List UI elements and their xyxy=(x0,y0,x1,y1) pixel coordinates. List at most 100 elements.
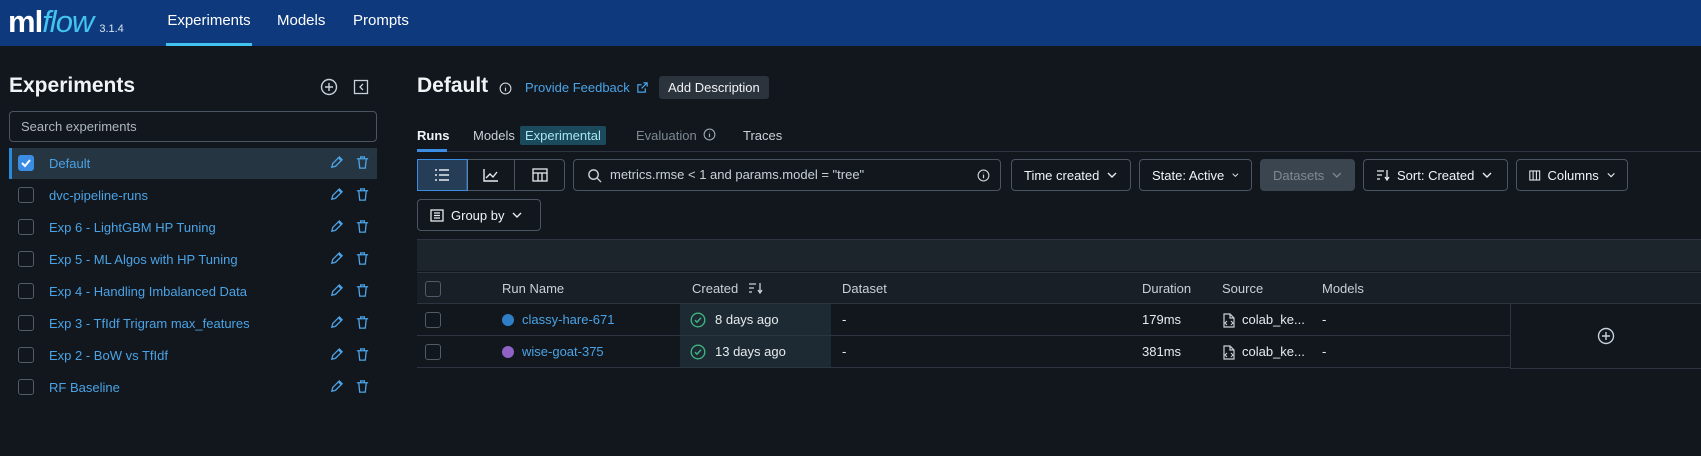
experiment-checkbox[interactable] xyxy=(18,155,34,171)
nav-tab-models[interactable]: Models xyxy=(277,0,325,46)
delete-trash-icon[interactable] xyxy=(355,283,371,299)
tab-traces[interactable]: Traces xyxy=(743,128,782,143)
delete-trash-icon[interactable] xyxy=(355,347,371,363)
header-dataset[interactable]: Dataset xyxy=(842,273,887,305)
source-value: colab_ke... xyxy=(1242,344,1305,359)
run-name-link[interactable]: classy-hare-671 xyxy=(522,304,615,336)
header-run-name[interactable]: Run Name xyxy=(502,273,564,305)
experiment-name[interactable]: Exp 2 - BoW vs TfIdf xyxy=(49,348,168,363)
sort-label: Sort: Created xyxy=(1397,167,1475,183)
select-all-checkbox[interactable] xyxy=(425,281,441,297)
edit-pencil-icon[interactable] xyxy=(329,219,345,235)
delete-trash-icon[interactable] xyxy=(355,219,371,235)
delete-trash-icon[interactable] xyxy=(355,379,371,395)
experiment-checkbox[interactable] xyxy=(18,379,34,395)
table-row[interactable]: wise-goat-375 13 days ago - 381ms colab_ke..… xyxy=(417,336,1510,368)
edit-pencil-icon[interactable] xyxy=(329,315,345,331)
header-models[interactable]: Models xyxy=(1322,273,1364,305)
create-experiment-button[interactable] xyxy=(318,76,340,98)
run-color-dot[interactable] xyxy=(502,314,514,326)
edit-pencil-icon[interactable] xyxy=(329,251,345,267)
columns-label: Columns xyxy=(1547,167,1599,183)
experiment-checkbox[interactable] xyxy=(18,251,34,267)
provide-feedback-link[interactable]: Provide Feedback xyxy=(525,80,649,95)
run-color-dot[interactable] xyxy=(502,346,514,358)
nav-tab-experiments[interactable]: Experiments xyxy=(166,0,252,46)
search-info-icon[interactable] xyxy=(977,169,990,182)
add-column-button[interactable] xyxy=(1510,304,1701,369)
header-source[interactable]: Source xyxy=(1222,273,1263,305)
collapse-sidebar-button[interactable] xyxy=(350,76,372,98)
state-dropdown[interactable]: State: Active xyxy=(1139,159,1252,191)
nav-tab-prompts[interactable]: Prompts xyxy=(353,0,409,46)
duration-value: 179ms xyxy=(1142,312,1182,327)
tab-evaluation[interactable]: Evaluation xyxy=(636,128,697,143)
experiment-name[interactable]: RF Baseline xyxy=(49,380,120,395)
search-experiments-input[interactable]: Search experiments xyxy=(9,111,377,142)
state-label: State: Active xyxy=(1152,167,1225,183)
collapse-sidebar-icon xyxy=(353,79,369,95)
sidebar-item-experiment[interactable]: Exp 4 - Handling Imbalanced Data xyxy=(9,276,377,307)
edit-pencil-icon[interactable] xyxy=(329,187,345,203)
experiment-name[interactable]: dvc-pipeline-runs xyxy=(49,188,148,203)
edit-pencil-icon[interactable] xyxy=(329,283,345,299)
evaluation-info-icon[interactable] xyxy=(703,128,716,141)
external-link-icon xyxy=(637,82,649,93)
search-icon xyxy=(588,169,602,183)
sidebar-item-experiment[interactable]: RF Baseline xyxy=(9,372,377,403)
mlflow-logo[interactable]: ml flow 3.1.4 xyxy=(8,4,124,40)
sidebar-item-experiment[interactable]: Exp 6 - LightGBM HP Tuning xyxy=(9,212,377,243)
tabs-divider xyxy=(417,151,1701,152)
experiment-name[interactable]: Exp 5 - ML Algos with HP Tuning xyxy=(49,252,238,267)
experiment-checkbox[interactable] xyxy=(18,187,34,203)
experiment-checkbox[interactable] xyxy=(18,347,34,363)
sidebar-item-experiment[interactable]: Exp 3 - TfIdf Trigram max_features xyxy=(9,308,377,339)
add-description-button[interactable]: Add Description xyxy=(659,76,769,99)
delete-trash-icon[interactable] xyxy=(355,251,371,267)
experiment-name[interactable]: Exp 6 - LightGBM HP Tuning xyxy=(49,220,216,235)
group-by-dropdown[interactable]: Group by xyxy=(417,199,541,231)
edit-pencil-icon[interactable] xyxy=(329,379,345,395)
edit-pencil-icon[interactable] xyxy=(329,347,345,363)
sidebar-item-experiment[interactable]: Exp 5 - ML Algos with HP Tuning xyxy=(9,244,377,275)
edit-pencil-icon[interactable] xyxy=(329,155,345,171)
list-view-button[interactable] xyxy=(417,159,468,191)
sidebar-item-experiment[interactable]: Exp 2 - BoW vs TfIdf xyxy=(9,340,377,371)
chevron-down-icon xyxy=(1107,172,1117,178)
experiment-checkbox[interactable] xyxy=(18,283,34,299)
chevron-down-icon xyxy=(1482,172,1492,178)
created-cell: 13 days ago xyxy=(680,336,831,367)
table-header-row: Run Name Created Dataset Duration Source… xyxy=(417,272,1701,304)
experiment-name[interactable]: Exp 3 - TfIdf Trigram max_features xyxy=(49,316,250,331)
artifact-view-button[interactable] xyxy=(515,160,564,190)
run-name-link[interactable]: wise-goat-375 xyxy=(522,336,604,368)
header-created[interactable]: Created xyxy=(692,273,763,305)
sidebar-item-experiment[interactable]: Default xyxy=(9,148,377,179)
experiment-name[interactable]: Exp 4 - Handling Imbalanced Data xyxy=(49,284,247,299)
tab-models[interactable]: Models xyxy=(473,128,515,143)
header-duration[interactable]: Duration xyxy=(1142,273,1191,305)
plus-circle-icon xyxy=(320,78,338,96)
sort-dropdown[interactable]: Sort: Created xyxy=(1363,159,1508,191)
table-row[interactable]: classy-hare-671 8 days ago - 179ms colab_ke.… xyxy=(417,304,1510,336)
chart-view-button[interactable] xyxy=(467,160,516,190)
experiment-checkbox[interactable] xyxy=(18,315,34,331)
experiment-checkbox[interactable] xyxy=(18,219,34,235)
columns-icon xyxy=(1529,169,1541,181)
delete-trash-icon[interactable] xyxy=(355,187,371,203)
time-created-dropdown[interactable]: Time created xyxy=(1011,159,1131,191)
dataset-value: - xyxy=(842,344,847,359)
datasets-dropdown[interactable]: Datasets xyxy=(1260,159,1355,191)
row-checkbox[interactable] xyxy=(425,344,441,360)
tab-runs[interactable]: Runs xyxy=(417,128,450,143)
delete-trash-icon[interactable] xyxy=(355,155,371,171)
sidebar-item-experiment[interactable]: dvc-pipeline-runs xyxy=(9,180,377,211)
created-time: 13 days ago xyxy=(715,344,786,359)
provide-feedback-label: Provide Feedback xyxy=(525,80,630,95)
columns-dropdown[interactable]: Columns xyxy=(1516,159,1628,191)
row-checkbox[interactable] xyxy=(425,312,441,328)
run-search-input[interactable]: metrics.rmse < 1 and params.model = "tre… xyxy=(573,159,1001,191)
delete-trash-icon[interactable] xyxy=(355,315,371,331)
info-icon[interactable] xyxy=(499,82,512,95)
experiment-name[interactable]: Default xyxy=(49,156,90,171)
